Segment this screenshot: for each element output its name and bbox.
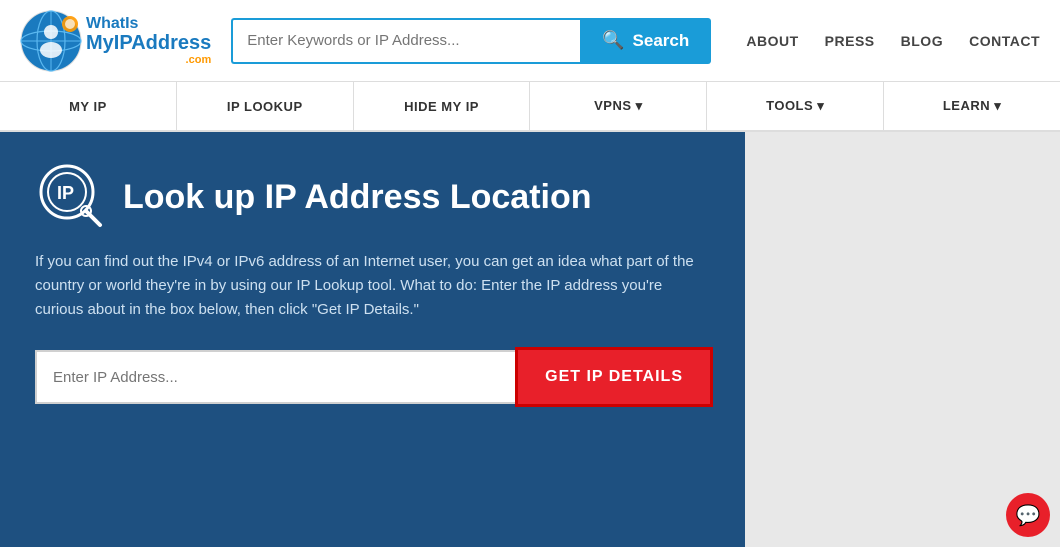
nav-press[interactable]: PRESS bbox=[825, 33, 875, 49]
nav-bar-my-ip[interactable]: MY IP bbox=[0, 82, 177, 130]
nav-about[interactable]: ABOUT bbox=[746, 33, 798, 49]
right-panel: 💬 bbox=[745, 132, 1060, 547]
search-bar: 🔍 Search bbox=[231, 18, 711, 64]
get-ip-details-label: GET IP DETAILS bbox=[545, 368, 683, 385]
ip-form: GET IP DETAILS bbox=[35, 350, 710, 404]
logo-globe-icon bbox=[20, 10, 82, 72]
nav-bar-ip-lookup[interactable]: IP LOOKUP bbox=[177, 82, 354, 130]
header-nav: ABOUT PRESS BLOG CONTACT bbox=[746, 33, 1040, 49]
blue-panel: IP Look up IP Address Location If you ca… bbox=[0, 132, 745, 547]
support-chat-button[interactable]: 💬 bbox=[1006, 493, 1050, 537]
search-button[interactable]: 🔍 Search bbox=[580, 18, 711, 64]
search-button-label: Search bbox=[633, 31, 690, 51]
panel-title: Look up IP Address Location bbox=[123, 177, 592, 218]
get-ip-details-button[interactable]: GET IP DETAILS bbox=[518, 350, 710, 404]
main-content: IP Look up IP Address Location If you ca… bbox=[0, 132, 1060, 547]
nav-contact[interactable]: CONTACT bbox=[969, 33, 1040, 49]
nav-bar-hide-my-ip[interactable]: HIDE MY IP bbox=[354, 82, 531, 130]
panel-title-row: IP Look up IP Address Location bbox=[35, 162, 710, 232]
search-icon: 🔍 bbox=[602, 30, 624, 51]
ip-address-input[interactable] bbox=[35, 350, 518, 404]
logo-myip: MyIPAddress bbox=[86, 32, 211, 54]
ip-lookup-icon: IP bbox=[35, 162, 105, 232]
search-input[interactable] bbox=[231, 18, 580, 64]
logo-dotcom: .com bbox=[186, 54, 212, 66]
nav-blog[interactable]: BLOG bbox=[901, 33, 943, 49]
nav-bar-vpns[interactable]: VPNS ▾ bbox=[530, 82, 707, 130]
svg-text:IP: IP bbox=[57, 183, 74, 203]
panel-description: If you can find out the IPv4 or IPv6 add… bbox=[35, 250, 710, 322]
logo-whatis: WhatIs bbox=[86, 15, 211, 33]
nav-bar: MY IP IP LOOKUP HIDE MY IP VPNS ▾ TOOLS … bbox=[0, 82, 1060, 132]
logo[interactable]: WhatIs MyIPAddress .com bbox=[20, 10, 211, 72]
nav-bar-learn[interactable]: LEARN ▾ bbox=[884, 82, 1060, 130]
nav-bar-tools[interactable]: TOOLS ▾ bbox=[707, 82, 884, 130]
chat-icon: 💬 bbox=[1016, 503, 1041, 528]
logo-text: WhatIs MyIPAddress .com bbox=[86, 15, 211, 67]
header: WhatIs MyIPAddress .com 🔍 Search ABOUT P… bbox=[0, 0, 1060, 82]
